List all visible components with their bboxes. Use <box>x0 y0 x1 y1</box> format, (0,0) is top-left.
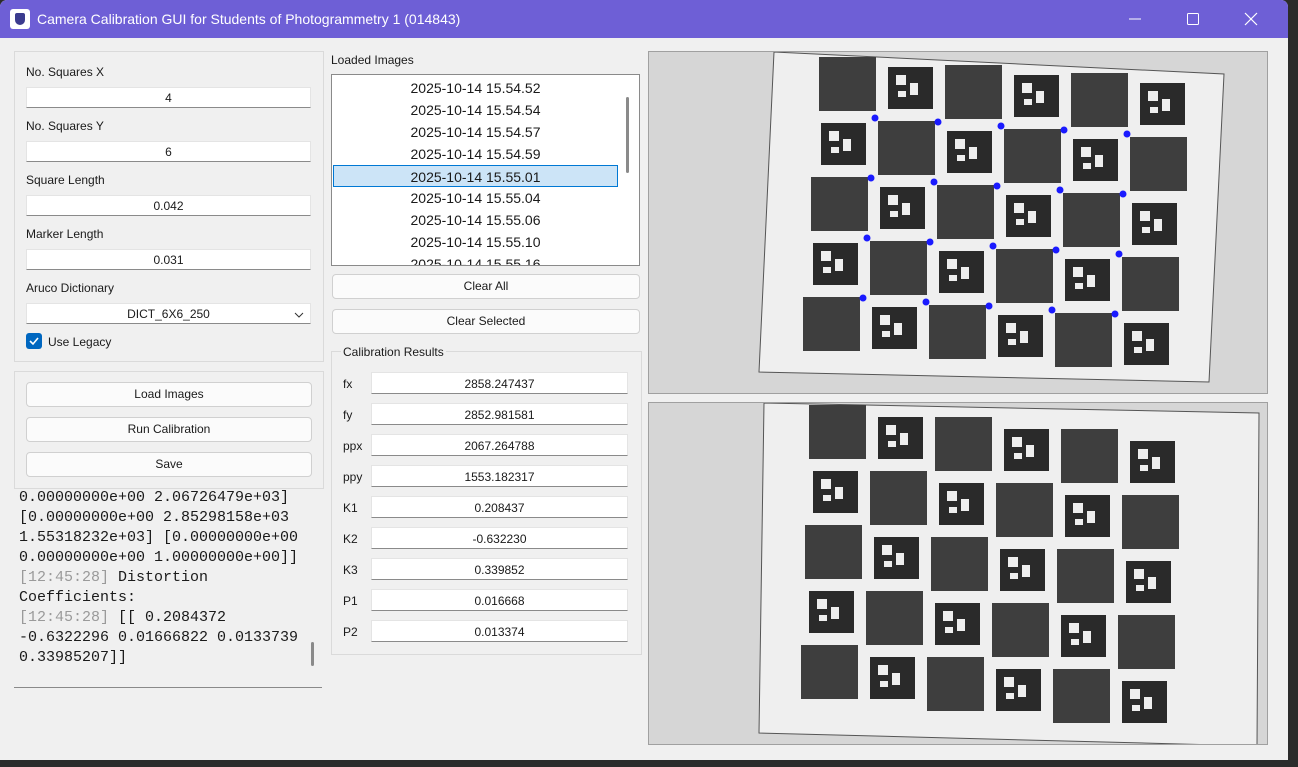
squares-x-input[interactable]: 4 <box>26 87 311 108</box>
result-field-p2[interactable]: 0.013374 <box>371 620 628 642</box>
run-calibration-button[interactable]: Run Calibration <box>26 417 312 442</box>
result-field-fx[interactable]: 2858.247437 <box>371 372 628 394</box>
loaded-images-list[interactable]: 2025-10-14 15.54.52 2025-10-14 15.54.54 20… <box>331 74 640 266</box>
title-bar[interactable]: Camera Calibration GUI for Students of P… <box>0 0 1288 38</box>
log-line: 0.00000000e+00 2.06726479e+03] <box>19 490 309 508</box>
log-text: [[ 0.2084372 <box>109 609 227 626</box>
image-list-item[interactable]: 2025-10-14 15.55.01 <box>333 165 618 187</box>
log-text: Distortion <box>109 569 209 586</box>
close-icon <box>1244 12 1258 26</box>
clear-selected-button[interactable]: Clear Selected <box>332 309 640 334</box>
result-label-p2: P2 <box>343 625 358 639</box>
result-label-fy: fy <box>343 408 353 422</box>
loaded-images-label: Loaded Images <box>331 53 414 67</box>
image-list-item[interactable]: 2025-10-14 15.54.57 <box>333 121 618 143</box>
log-line: [0.00000000e+00 2.85298158e+03 <box>19 508 309 528</box>
squares-y-label: No. Squares Y <box>26 119 104 133</box>
log-line: [12:45:28] Distortion <box>19 568 309 588</box>
maximize-button[interactable] <box>1164 0 1222 38</box>
log-text: [0.00000000e+00 2.85298158e+03 <box>19 509 290 526</box>
result-label-k1: K1 <box>343 501 358 515</box>
log-line: 1.55318232e+03] [0.00000000e+00 <box>19 528 309 548</box>
image-list-item[interactable]: 2025-10-14 15.55.04 <box>333 187 618 209</box>
list-scrollbar[interactable] <box>626 97 629 173</box>
aruco-dictionary-label: Aruco Dictionary <box>26 281 115 295</box>
result-label-k3: K3 <box>343 563 358 577</box>
result-field-k1[interactable]: 0.208437 <box>371 496 628 518</box>
log-lines: 0.00000000e+00 2.06726479e+03] [0.0000000… <box>19 490 309 668</box>
square-length-label: Square Length <box>26 173 105 187</box>
squares-x-label: No. Squares X <box>26 65 105 79</box>
result-label-ppx: ppx <box>343 439 363 453</box>
result-field-p1[interactable]: 0.016668 <box>371 589 628 611</box>
aruco-dictionary-select[interactable]: DICT_6X6_250 <box>26 303 311 324</box>
result-label-k2: K2 <box>343 532 358 546</box>
log-scrollbar[interactable] <box>311 642 314 666</box>
result-field-ppy[interactable]: 1553.182317 <box>371 465 628 487</box>
checkerboard-image-detected <box>649 52 1267 393</box>
result-field-k3[interactable]: 0.339852 <box>371 558 628 580</box>
use-legacy-label: Use Legacy <box>48 335 112 349</box>
image-list-item[interactable]: 2025-10-14 15.55.06 <box>333 209 618 231</box>
load-images-button[interactable]: Load Images <box>26 382 312 407</box>
app-icon <box>10 9 30 29</box>
log-line: 0.33985207]] <box>19 648 309 668</box>
save-button[interactable]: Save <box>26 452 312 477</box>
log-timestamp: [12:45:28] <box>19 609 110 626</box>
close-button[interactable] <box>1222 0 1280 38</box>
image-list-item[interactable]: 2025-10-14 15.54.54 <box>333 99 618 121</box>
result-field-ppx[interactable]: 2067.264788 <box>371 434 628 456</box>
marker-length-input[interactable]: 0.031 <box>26 249 311 270</box>
log-line: [12:45:28] [[ 0.2084372 <box>19 608 309 628</box>
log-text: Coefficients: <box>19 589 137 606</box>
log-line: -0.6322296 0.01666822 0.0133739 <box>19 628 309 648</box>
checkmark-icon <box>29 337 39 346</box>
result-label-p1: P1 <box>343 594 358 608</box>
clear-all-button[interactable]: Clear All <box>332 274 640 299</box>
detected-corners-preview <box>648 51 1268 394</box>
app-window: Camera Calibration GUI for Students of P… <box>0 0 1288 760</box>
image-list-item[interactable]: 2025-10-14 15.55.16 <box>333 253 618 265</box>
log-line: Coefficients: <box>19 588 309 608</box>
checkerboard-image-undistorted <box>649 403 1267 744</box>
chevron-down-icon <box>294 312 304 318</box>
log-text: 0.00000000e+00 2.06726479e+03] <box>19 490 290 506</box>
result-label-ppy: ppy <box>343 470 363 484</box>
calibration-results-label: Calibration Results <box>341 345 446 359</box>
log-output[interactable]: 0.00000000e+00 2.06726479e+03] [0.0000000… <box>14 490 322 688</box>
use-legacy-checkbox[interactable] <box>26 333 42 349</box>
log-timestamp: [12:45:28] <box>19 569 110 586</box>
minimize-icon <box>1129 18 1141 20</box>
log-line: 0.00000000e+00 1.00000000e+00]] <box>19 548 309 568</box>
log-text: 1.55318232e+03] [0.00000000e+00 <box>19 529 299 546</box>
result-field-k2[interactable]: -0.632230 <box>371 527 628 549</box>
image-list-item[interactable]: 2025-10-14 15.54.52 <box>333 77 618 99</box>
square-length-input[interactable]: 0.042 <box>26 195 311 216</box>
maximize-icon <box>1187 13 1199 25</box>
result-field-fy[interactable]: 2852.981581 <box>371 403 628 425</box>
result-label-fx: fx <box>343 377 353 391</box>
minimize-button[interactable] <box>1106 0 1164 38</box>
squares-y-input[interactable]: 6 <box>26 141 311 162</box>
log-text: -0.6322296 0.01666822 0.0133739 <box>19 629 299 646</box>
marker-length-label: Marker Length <box>26 227 104 241</box>
log-text: 0.33985207]] <box>19 649 128 666</box>
undistorted-preview <box>648 402 1268 745</box>
log-text: 0.00000000e+00 1.00000000e+00]] <box>19 549 299 566</box>
window-title: Camera Calibration GUI for Students of P… <box>37 11 461 27</box>
image-list-item[interactable]: 2025-10-14 15.55.10 <box>333 231 618 253</box>
image-list-item[interactable]: 2025-10-14 15.54.59 <box>333 143 618 165</box>
aruco-dictionary-value: DICT_6X6_250 <box>127 307 210 321</box>
